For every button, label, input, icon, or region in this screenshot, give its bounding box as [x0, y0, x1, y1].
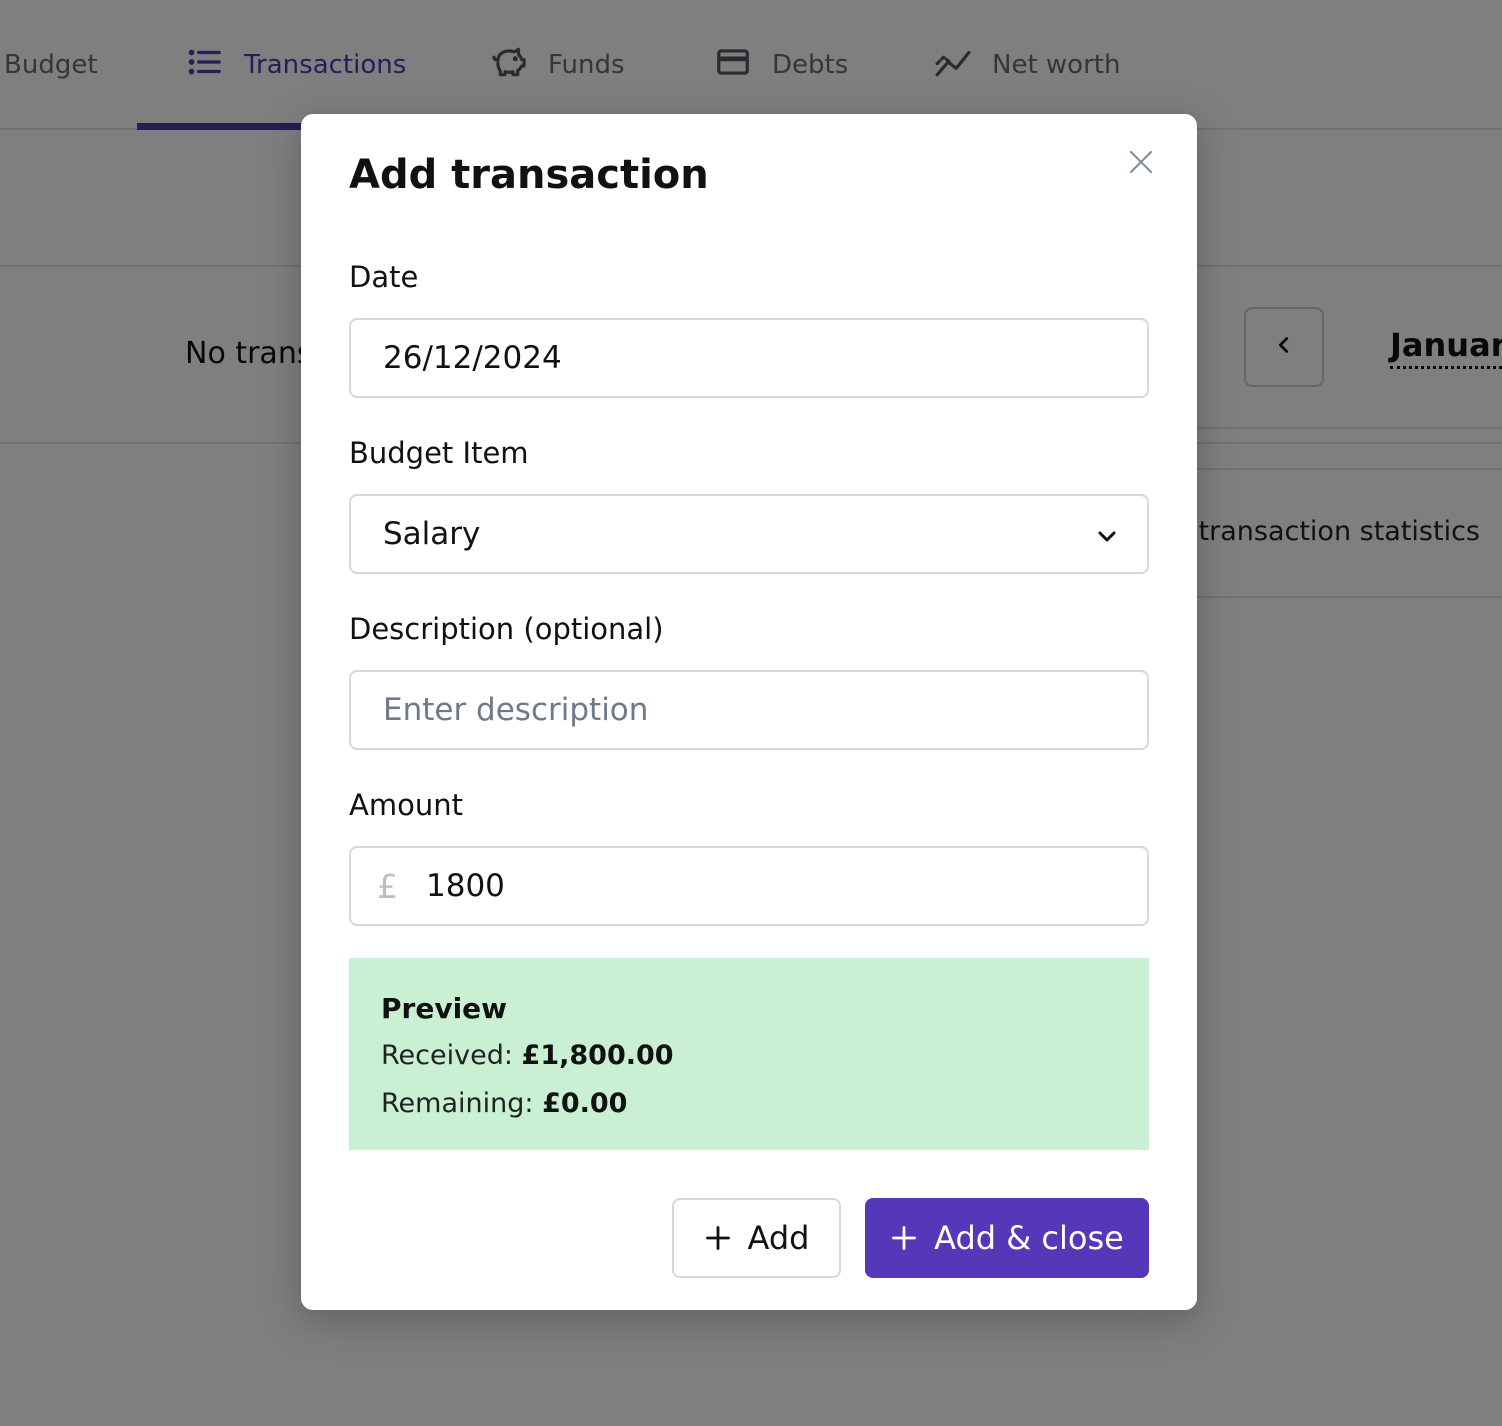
close-button[interactable]: [1119, 142, 1163, 186]
add-button-label: Add: [747, 1219, 810, 1257]
amount-input[interactable]: [426, 868, 1115, 904]
remaining-label: Remaining:: [381, 1088, 534, 1119]
budget-item-label: Budget Item: [349, 436, 529, 470]
add-transaction-dialog: Add transaction Date Budget Item Salary …: [301, 114, 1197, 1310]
add-button[interactable]: Add: [672, 1198, 841, 1278]
date-input[interactable]: [383, 340, 1115, 376]
date-label: Date: [349, 260, 419, 294]
received-label: Received:: [381, 1040, 513, 1071]
add-and-close-button-label: Add & close: [934, 1219, 1124, 1257]
budget-item-value: Salary: [383, 516, 481, 552]
plus-icon: [705, 1226, 730, 1250]
preview-panel: Preview Received: £1,800.00 Remaining: £…: [349, 958, 1149, 1150]
date-field[interactable]: [349, 318, 1149, 398]
add-and-close-button[interactable]: Add & close: [865, 1198, 1149, 1278]
currency-symbol: £: [377, 866, 398, 906]
amount-field[interactable]: £: [349, 846, 1149, 926]
received-value: £1,800.00: [521, 1040, 674, 1071]
description-label: Description (optional): [349, 612, 664, 646]
budget-item-select[interactable]: Salary: [349, 494, 1149, 574]
chevron-down-icon: [1098, 531, 1116, 542]
amount-label: Amount: [349, 788, 463, 822]
preview-title: Preview: [381, 992, 508, 1025]
remaining-value: £0.00: [542, 1088, 628, 1119]
close-icon: [1126, 147, 1156, 181]
dialog-title: Add transaction: [349, 152, 709, 198]
preview-remaining: Remaining: £0.00: [381, 1088, 627, 1119]
plus-icon: [892, 1226, 917, 1250]
app-root: Budget Transactions Funds: [0, 0, 1502, 1426]
preview-received: Received: £1,800.00: [381, 1040, 674, 1071]
description-field[interactable]: [349, 670, 1149, 750]
description-input[interactable]: [383, 692, 1115, 728]
